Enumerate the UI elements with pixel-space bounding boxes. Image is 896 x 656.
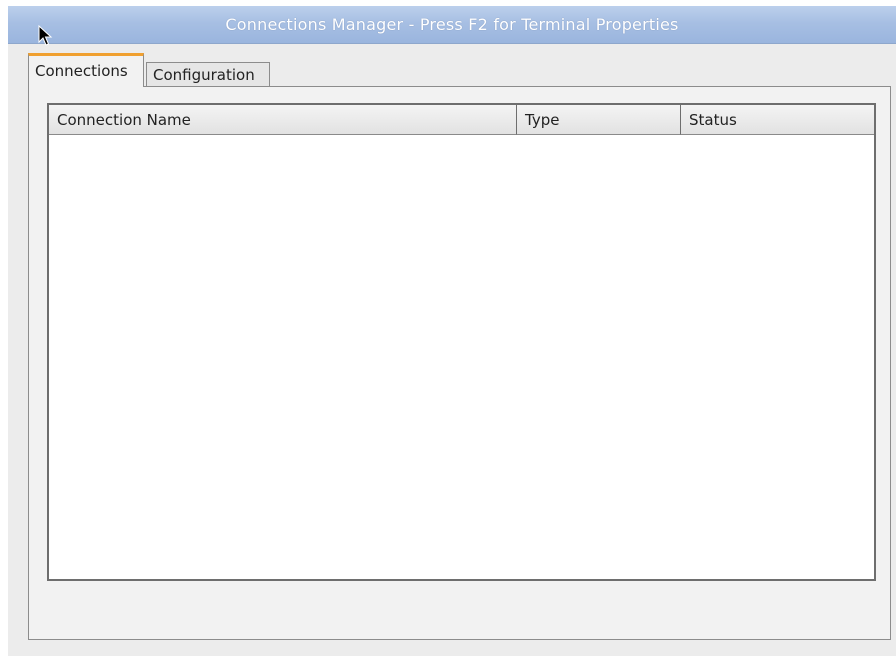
connections-list[interactable]: Connection Name Type Status bbox=[47, 103, 876, 581]
tab-connections-label: Connections bbox=[35, 62, 128, 80]
connections-tab-panel: Connection Name Type Status bbox=[28, 86, 891, 640]
column-header-status[interactable]: Status bbox=[681, 105, 874, 135]
list-header: Connection Name Type Status bbox=[49, 105, 874, 135]
tab-configuration-label: Configuration bbox=[153, 66, 255, 84]
window-title: Connections Manager - Press F2 for Termi… bbox=[225, 15, 679, 34]
column-header-connection-name[interactable]: Connection Name bbox=[49, 105, 517, 135]
tab-connections[interactable]: Connections bbox=[28, 53, 144, 87]
title-bar[interactable]: Connections Manager - Press F2 for Termi… bbox=[8, 6, 896, 44]
column-header-type[interactable]: Type bbox=[517, 105, 681, 135]
mouse-pointer-icon bbox=[38, 25, 53, 46]
list-body[interactable] bbox=[49, 135, 874, 579]
tab-configuration[interactable]: Configuration bbox=[146, 62, 270, 87]
